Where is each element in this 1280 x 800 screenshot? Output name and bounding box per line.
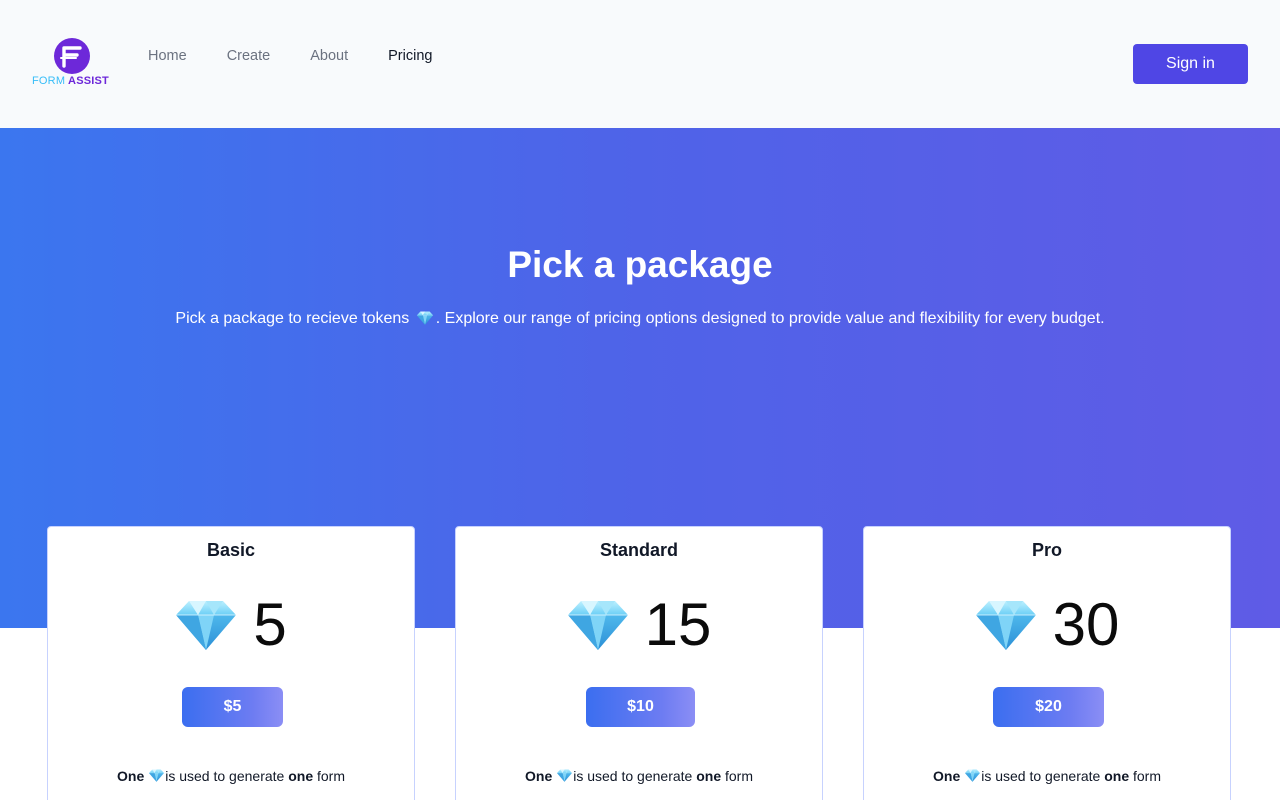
nav-pricing[interactable]: Pricing [388,48,432,64]
gem-icon [556,769,573,782]
gem-icon [964,769,981,782]
nav-create[interactable]: Create [227,48,271,64]
token-amount: 5 [48,593,414,657]
gem-icon [567,599,629,651]
token-amount: 15 [456,593,822,657]
token-amount: 30 [864,593,1230,657]
note-mid: is used to generate [165,768,285,784]
note-end: form [725,768,753,784]
package-card-pro: Pro 30 $20 One is used to generate one fo… [863,526,1231,800]
note-one: One [117,768,145,784]
note-one: One [525,768,553,784]
hero-subtitle-end: . Explore our range of pricing options d… [435,310,1105,327]
token-usage-note: One is used to generate one form [456,768,822,784]
note-end: form [317,768,345,784]
note-one: One [933,768,961,784]
gem-icon [175,599,237,651]
brand-word-form: FORM [32,75,66,87]
gem-icon [975,599,1037,651]
note-one-bold: one [288,768,314,784]
token-usage-note: One is used to generate one form [48,768,414,784]
gem-icon [416,311,434,325]
token-count: 30 [1052,591,1120,658]
buy-pro-button[interactable]: $20 [993,687,1104,727]
page-title: Pick a package [507,244,773,285]
note-one-bold: one [696,768,722,784]
token-count: 5 [253,591,287,658]
token-count: 15 [644,591,712,658]
package-name: Pro [1031,540,1062,560]
hero-subtitle-start: Pick a package to recieve tokens [175,310,410,327]
main-nav: Home Create About Pricing [148,48,472,64]
nav-about[interactable]: About [310,48,348,64]
brand-word-assist: ASSIST [68,75,109,87]
note-end: form [1133,768,1161,784]
note-one-bold: one [1104,768,1130,784]
token-usage-note: One is used to generate one form [864,768,1230,784]
package-card-basic: Basic 5 $5 One is used to generate one fo… [47,526,415,800]
note-mid: is used to generate [573,768,693,784]
site-header: FORM ASSIST Home Create About Pricing Si… [0,0,1280,128]
package-name: Standard [599,540,678,560]
brand-logo[interactable]: FORM ASSIST [30,36,116,90]
gem-icon [148,769,165,782]
hero-subtitle: Pick a package to recieve tokens . Explo… [0,310,1280,328]
brand-wordmark: FORM ASSIST [32,75,109,87]
logo-mark-icon [54,38,90,74]
nav-home[interactable]: Home [148,48,187,64]
buy-basic-button[interactable]: $5 [182,687,283,727]
note-mid: is used to generate [981,768,1101,784]
buy-standard-button[interactable]: $10 [586,687,695,727]
sign-in-button[interactable]: Sign in [1133,44,1248,84]
package-name: Basic [206,540,256,560]
package-card-standard: Standard 15 $10 One is used to generate o… [455,526,823,800]
